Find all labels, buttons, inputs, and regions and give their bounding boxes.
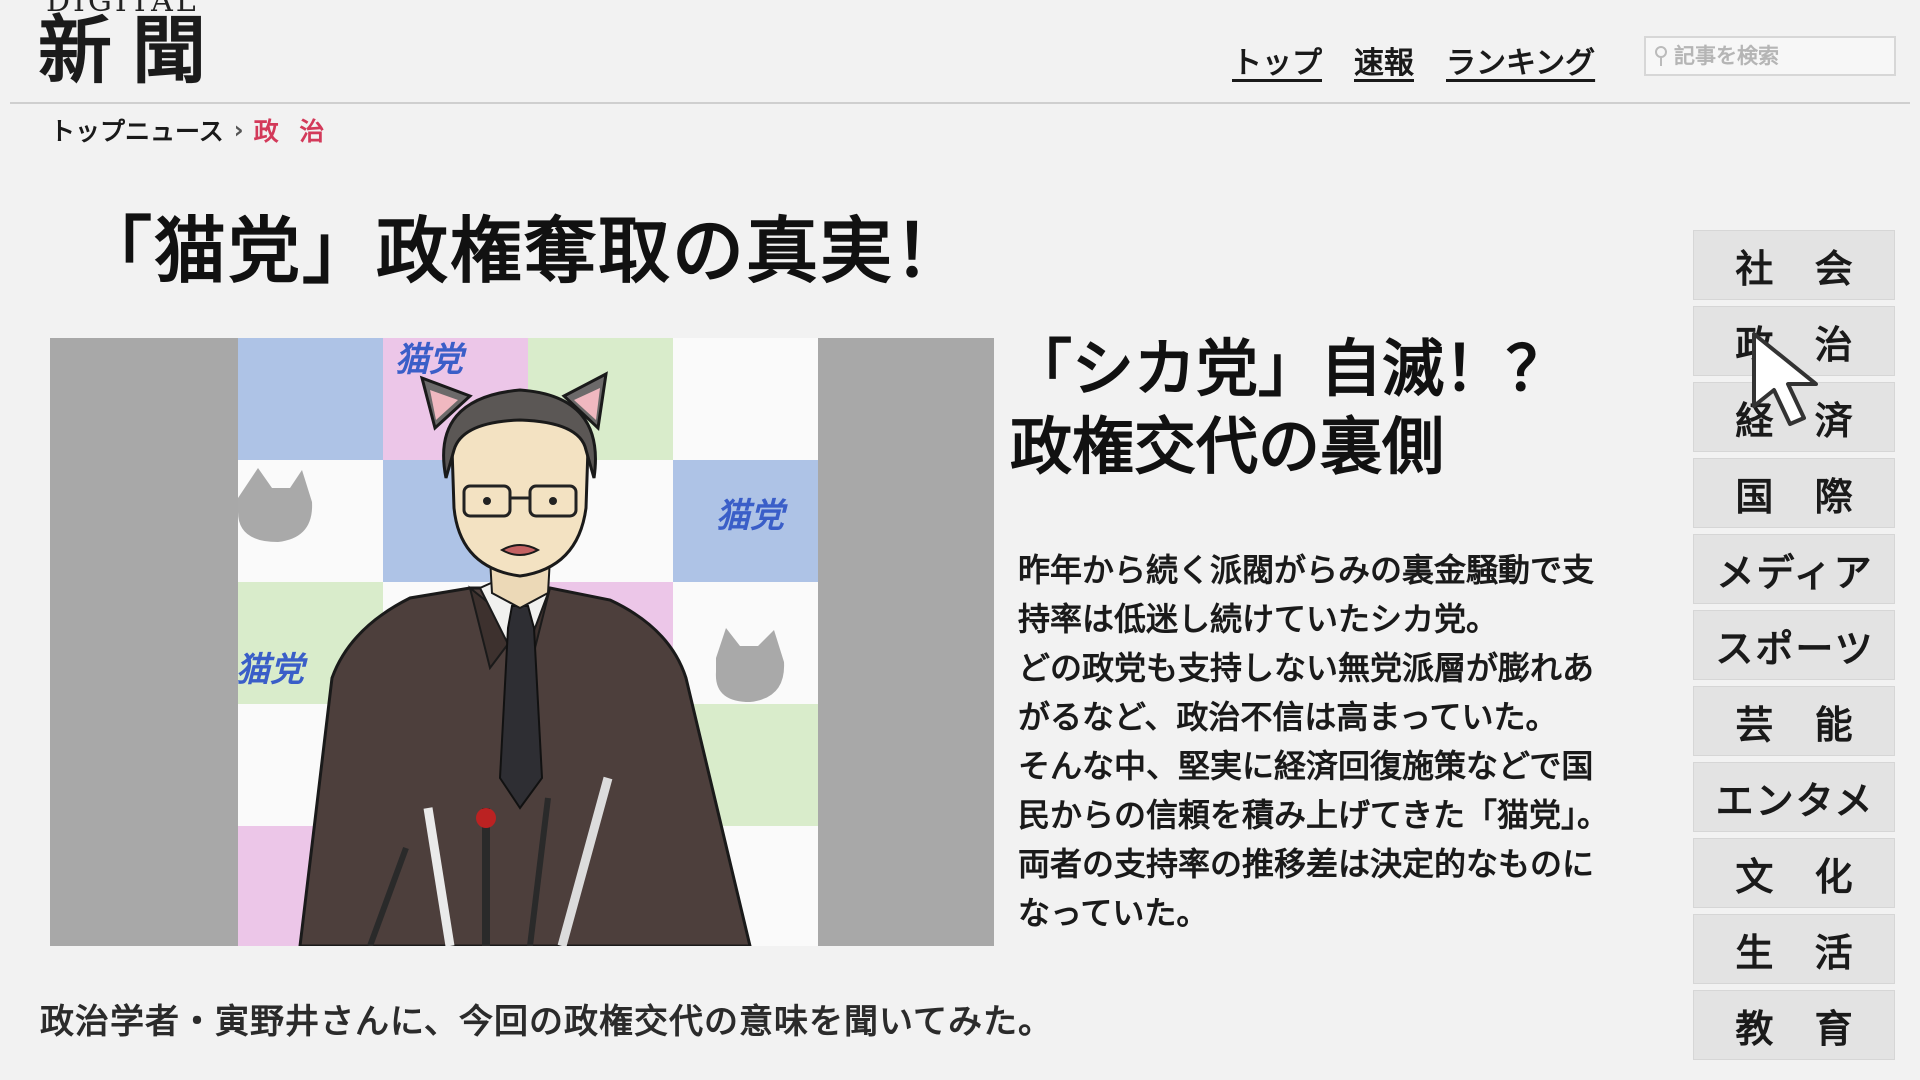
politician-illustration: [298, 371, 752, 946]
body-line: 昨年から続く派閥がらみの裏金騒動で支: [1018, 551, 1595, 589]
category-sports[interactable]: スポーツ: [1693, 610, 1895, 680]
category-entertainment[interactable]: エンタメ: [1693, 762, 1895, 832]
nav-link-top[interactable]: トップ: [1232, 38, 1322, 82]
breadcrumb-current: 政 治: [253, 117, 331, 146]
body-line: そんな中、堅実に経済回復施策などで国: [1018, 747, 1594, 785]
subhead-line-1: 「シカ党」自滅！？: [1010, 332, 1569, 405]
article-headline: 「猫党」政権奪取の真実！: [80, 209, 969, 293]
body-line: なっていた。: [1018, 894, 1209, 932]
category-media[interactable]: メディア: [1693, 534, 1895, 604]
article-image: 猫党 猫党 猫党: [50, 338, 994, 946]
mouse-pointer-icon: [1752, 332, 1818, 426]
body-line: 持率は低迷し続けていたシカ党。: [1018, 600, 1499, 638]
body-line: 民からの信頼を積み上げてきた「猫党」。: [1018, 796, 1610, 834]
nav-link-breaking[interactable]: 速報: [1354, 38, 1414, 82]
site-header: DIGITAL 新聞 トップ 速報 ランキング: [0, 0, 1920, 104]
body-line: 両者の支持率の推移差は決定的なものに: [1018, 845, 1595, 883]
search-icon: [1655, 46, 1667, 66]
article-caption: 政治学者・寅野井さんに、今回の政権交代の意味を聞いてみた。: [40, 1002, 1053, 1042]
search-input[interactable]: [1668, 43, 1886, 69]
chevron-right-icon: ›: [233, 116, 244, 144]
article-body: 昨年から続く派閥がらみの裏金騒動で支 持率は低迷し続けていたシカ党。 どの政党も…: [1018, 546, 1698, 938]
header-divider: [10, 102, 1910, 104]
site-logo[interactable]: 新聞: [38, 14, 226, 88]
category-entertainment-arts[interactable]: 芸 能: [1693, 686, 1895, 756]
category-society[interactable]: 社 会: [1693, 230, 1895, 300]
article-subheadline: 「シカ党」自滅！？ 政権交代の裏側: [1010, 330, 1568, 486]
breadcrumb-home-link[interactable]: トップニュース: [50, 112, 224, 148]
body-line: がるなど、政治不信は高まっていた。: [1018, 698, 1558, 736]
search-box[interactable]: [1644, 36, 1896, 76]
top-navigation: トップ 速報 ランキング: [1232, 38, 1595, 82]
category-international[interactable]: 国 際: [1693, 458, 1895, 528]
category-education[interactable]: 教 育: [1693, 990, 1895, 1060]
body-line: どの政党も支持しない無党派層が膨れあ: [1018, 649, 1595, 687]
category-culture[interactable]: 文 化: [1693, 838, 1895, 908]
nav-link-ranking[interactable]: ランキング: [1446, 38, 1595, 82]
breadcrumb: トップニュース › 政 治: [50, 112, 330, 148]
category-lifestyle[interactable]: 生 活: [1693, 914, 1895, 984]
subhead-line-2: 政権交代の裏側: [1010, 410, 1445, 483]
